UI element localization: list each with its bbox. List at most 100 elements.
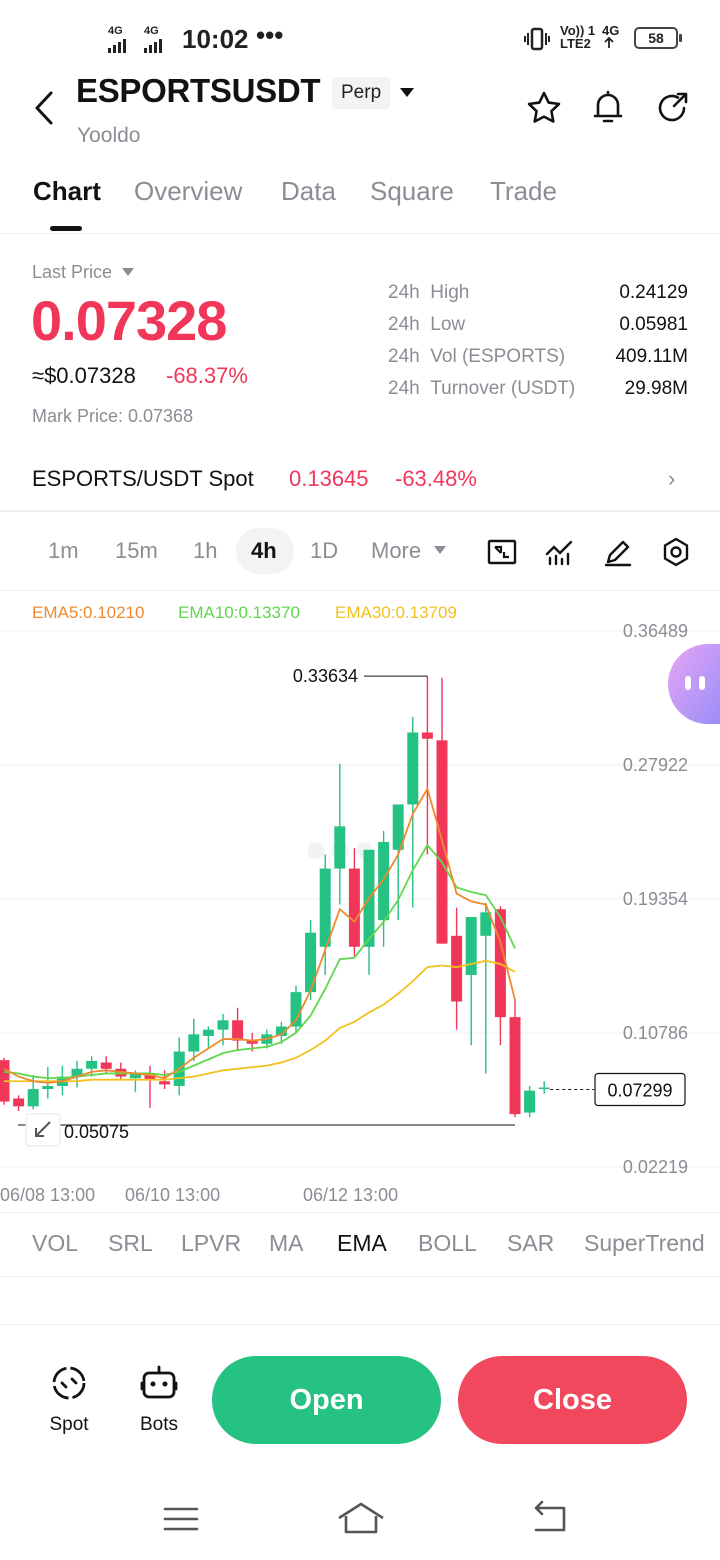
max-price-label: 0.33634 bbox=[293, 666, 358, 686]
tab-trade[interactable]: Trade bbox=[490, 176, 557, 207]
candle bbox=[13, 1095, 25, 1111]
indicator-boll[interactable]: BOLL bbox=[418, 1230, 477, 1257]
network-type-2: 4G bbox=[144, 25, 159, 37]
interval-more[interactable]: More bbox=[371, 538, 447, 564]
stat-low-label: 24h Low bbox=[388, 314, 466, 335]
y-axis-tick-label: 0.02219 bbox=[623, 1157, 688, 1177]
divider bbox=[0, 233, 720, 234]
interval-4h[interactable]: 4h bbox=[251, 538, 277, 564]
candle bbox=[451, 907, 463, 1030]
price-type-dropdown-icon[interactable] bbox=[121, 267, 135, 277]
symbol-title[interactable]: ESPORTSUSDT bbox=[76, 72, 321, 110]
indicator-vol[interactable]: VOL bbox=[32, 1230, 78, 1257]
y-axis-tick-label: 0.36489 bbox=[623, 621, 688, 641]
tab-overview[interactable]: Overview bbox=[134, 176, 242, 207]
battery-indicator: 58 bbox=[634, 27, 682, 49]
chevron-right-icon[interactable]: › bbox=[668, 466, 675, 492]
vibrate-icon bbox=[524, 27, 550, 51]
close-position-button[interactable]: Close bbox=[458, 1356, 687, 1444]
stat-low-value: 0.05981 bbox=[619, 314, 688, 335]
indicator-ema[interactable]: EMA bbox=[337, 1230, 387, 1257]
stat-turnover-label: 24h Turnover (USDT) bbox=[388, 378, 576, 399]
bots-label[interactable]: Bots bbox=[119, 1414, 199, 1436]
symbol-dropdown-icon[interactable] bbox=[398, 86, 416, 100]
y-axis-tick-label: 0.19354 bbox=[623, 889, 688, 909]
spot-pair-name[interactable]: ESPORTS/USDT Spot bbox=[32, 466, 254, 492]
candle-body bbox=[42, 1085, 54, 1090]
active-tab-indicator bbox=[50, 226, 82, 231]
candle-body bbox=[524, 1090, 536, 1113]
candle-body bbox=[465, 917, 477, 975]
candle-body bbox=[86, 1060, 98, 1069]
y-axis-tick-label: 0.10786 bbox=[623, 1023, 688, 1043]
indicator-srl[interactable]: SRL bbox=[108, 1230, 153, 1257]
open-position-button[interactable]: Open bbox=[212, 1356, 441, 1444]
candle bbox=[290, 985, 302, 1033]
chevron-down-icon bbox=[434, 546, 447, 554]
divider bbox=[0, 590, 720, 591]
indicator-lpvr[interactable]: LPVR bbox=[181, 1230, 241, 1257]
candle-body bbox=[451, 935, 463, 1002]
candle-body bbox=[159, 1081, 171, 1085]
status-bar: 4G 4G 10:02 ••• Vo)) 1 LTE2 4G 58 bbox=[0, 0, 720, 78]
spot-change: -63.48% bbox=[395, 466, 477, 491]
candle-body bbox=[421, 732, 433, 739]
indicator-supertrend[interactable]: SuperTrend bbox=[584, 1230, 720, 1257]
fullscreen-icon[interactable] bbox=[486, 536, 518, 568]
chart-settings-gear-icon[interactable] bbox=[660, 536, 692, 568]
interval-1h[interactable]: 1h bbox=[193, 538, 217, 564]
back-nav-icon[interactable] bbox=[528, 1500, 568, 1538]
candle bbox=[436, 677, 448, 944]
indicator-settings-icon[interactable] bbox=[544, 536, 576, 568]
last-price-value: 0.07328 bbox=[31, 289, 227, 352]
signal-icon: 4G bbox=[108, 26, 126, 53]
spot-swap-icon[interactable] bbox=[50, 1364, 88, 1402]
interval-1d[interactable]: 1D bbox=[310, 538, 338, 564]
candle-body bbox=[334, 826, 346, 869]
spot-label[interactable]: Spot bbox=[29, 1414, 109, 1436]
network-type-3: 4G bbox=[602, 24, 619, 51]
candle bbox=[378, 831, 390, 947]
x-axis-tick-label: 06/10 13:00 bbox=[125, 1185, 220, 1205]
assistant-bubble-icon[interactable] bbox=[668, 644, 720, 724]
stat-high-label: 24h High bbox=[388, 282, 470, 303]
tab-chart[interactable]: Chart bbox=[33, 176, 101, 207]
candlestick-chart[interactable]: ●●●0.364890.279220.193540.107860.0221906… bbox=[0, 620, 720, 1220]
share-icon[interactable] bbox=[654, 90, 690, 126]
candle bbox=[232, 1007, 244, 1050]
clock: 10:02 bbox=[182, 24, 249, 54]
candle-body bbox=[100, 1062, 112, 1069]
x-axis-tick-label: 06/12 13:00 bbox=[303, 1185, 398, 1205]
candle-body bbox=[232, 1020, 244, 1041]
stat-volume-label: 24h Vol (ESPORTS) bbox=[388, 346, 566, 367]
indicator-ma[interactable]: MA bbox=[269, 1230, 304, 1257]
stat-volume-value: 409.11M bbox=[615, 346, 688, 367]
divider bbox=[0, 1324, 720, 1325]
candle bbox=[480, 902, 492, 1074]
bots-robot-icon[interactable] bbox=[140, 1364, 178, 1402]
candle-body bbox=[202, 1029, 214, 1036]
price-alert-bell-icon[interactable] bbox=[590, 88, 626, 128]
x-axis-tick-label: 06/08 13:00 bbox=[0, 1185, 95, 1205]
divider bbox=[0, 510, 720, 512]
price-change-percent: -68.37% bbox=[166, 363, 248, 388]
tab-square[interactable]: Square bbox=[370, 176, 454, 207]
recent-apps-icon[interactable] bbox=[162, 1500, 200, 1538]
interval-15m[interactable]: 15m bbox=[115, 538, 158, 564]
draw-pencil-icon[interactable] bbox=[602, 536, 634, 568]
candle-body bbox=[188, 1034, 200, 1052]
back-arrow-icon[interactable] bbox=[30, 90, 58, 126]
candle-body bbox=[509, 1017, 521, 1115]
spot-price: 0.13645 bbox=[289, 466, 369, 491]
stat-turnover-value: 29.98M bbox=[624, 378, 688, 399]
favorite-star-icon[interactable] bbox=[526, 90, 562, 126]
last-price-label[interactable]: Last Price bbox=[32, 262, 135, 283]
contract-type-badge[interactable]: Perp bbox=[332, 77, 391, 109]
stat-high-value: 0.24129 bbox=[619, 282, 688, 303]
indicator-sar[interactable]: SAR bbox=[507, 1230, 554, 1257]
tab-data[interactable]: Data bbox=[281, 176, 336, 207]
home-icon[interactable] bbox=[336, 1500, 386, 1538]
interval-1m[interactable]: 1m bbox=[48, 538, 79, 564]
mark-price: Mark Price: 0.07368 bbox=[32, 406, 194, 426]
candle-body bbox=[217, 1020, 229, 1030]
